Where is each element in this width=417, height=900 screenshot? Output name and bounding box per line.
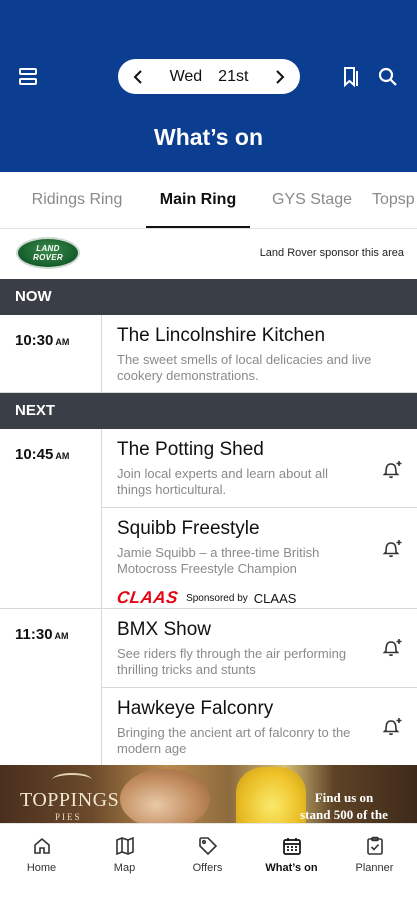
date-selector: Wed 21st	[118, 59, 300, 94]
chevron-right-icon[interactable]	[272, 69, 288, 85]
search-icon[interactable]	[375, 64, 401, 90]
land-rover-logo: LAND ROVER	[16, 237, 80, 269]
event-card[interactable]: Squibb Freestyle Jamie Squibb – a three-…	[102, 507, 417, 609]
pie-image	[120, 769, 210, 823]
calendar-icon	[281, 835, 303, 857]
section-now: NOW	[0, 279, 417, 315]
event-card[interactable]: The Lincolnshire Kitchen The sweet smell…	[102, 315, 417, 393]
nav-label: What’s on	[265, 862, 318, 874]
event-title: BMX Show	[117, 619, 211, 640]
tag-icon	[197, 835, 219, 857]
selected-date[interactable]: Wed 21st	[170, 68, 249, 86]
sponsor-name: CLAAS	[253, 590, 297, 606]
map-icon	[114, 835, 136, 857]
time-slot: 11:30 AM BMX Show See riders fly through …	[0, 609, 417, 765]
add-reminder-icon[interactable]	[380, 536, 404, 560]
drink-image	[236, 767, 306, 823]
event-title: Hawkeye Falconry	[117, 698, 274, 719]
nav-home[interactable]: Home	[0, 824, 83, 884]
time-slot: 10:30 AM The Lincolnshire Kitchen The swe…	[0, 315, 417, 393]
venue-tabs: Ridings Ring Main Ring GYS Stage Topsp	[0, 172, 417, 229]
add-reminder-icon[interactable]	[380, 714, 404, 738]
event-description: The sweet smells of local delicacies and…	[117, 352, 372, 383]
event-description: Jamie Squibb – a three-time British Moto…	[117, 545, 320, 576]
nav-label: Offers	[192, 862, 223, 874]
bottom-navigation: Home Map Offers What’s on Planner	[0, 823, 417, 900]
add-reminder-icon[interactable]	[380, 457, 404, 481]
slot-time: 10:30 AM	[15, 332, 70, 349]
home-icon	[31, 835, 53, 857]
event-card[interactable]: Hawkeye Falconry Bringing the ancient ar…	[102, 687, 417, 765]
event-sponsor: CLAAS Sponsored by CLAAS	[115, 588, 297, 608]
app-header: Wed 21st What’s on	[0, 0, 417, 172]
tab-ridings-ring[interactable]: Ridings Ring	[18, 172, 136, 228]
menu-icon[interactable]	[14, 64, 42, 90]
section-next: NEXT	[0, 393, 417, 429]
selected-date-number: 21st	[218, 67, 249, 85]
slot-time: 10:45 AM	[15, 446, 70, 463]
nav-label: Map	[113, 862, 136, 874]
tab-topsp[interactable]: Topsp	[372, 172, 417, 228]
sponsored-by-label: Sponsored by	[186, 592, 248, 604]
toppings-crest	[52, 773, 92, 787]
event-title: Squibb Freestyle	[117, 518, 260, 539]
add-reminder-icon[interactable]	[380, 635, 404, 659]
event-description: Join local experts and learn about all t…	[117, 466, 329, 497]
area-sponsor: LAND ROVER Land Rover sponsor this area	[0, 229, 417, 279]
nav-planner[interactable]: Planner	[333, 824, 416, 884]
banner-brand: TOPPINGS	[20, 789, 120, 811]
event-description: Bringing the ancient art of falconry to …	[117, 725, 351, 756]
advert-banner[interactable]: TOPPINGS PIES Find us on stand 500 of th…	[0, 765, 417, 823]
banner-brand-sub: PIES	[55, 812, 82, 822]
nav-map[interactable]: Map	[83, 824, 166, 884]
event-title: The Lincolnshire Kitchen	[117, 325, 326, 346]
tab-gys-stage[interactable]: GYS Stage	[262, 172, 362, 228]
sponsor-text: Land Rover sponsor this area	[259, 247, 404, 259]
clipboard-check-icon	[364, 835, 386, 857]
time-slot: 10:45 AM The Potting Shed Join local expe…	[0, 429, 417, 609]
nav-whats-on[interactable]: What’s on	[250, 824, 333, 884]
event-description: See riders fly through the air performin…	[117, 646, 347, 677]
bookmark-icon[interactable]	[338, 64, 364, 90]
nav-label: Home	[26, 862, 57, 874]
selected-day: Wed	[169, 67, 203, 85]
page-title: What’s on	[153, 124, 264, 150]
event-card[interactable]: The Potting Shed Join local experts and …	[102, 429, 417, 507]
event-title: The Potting Shed	[117, 439, 264, 460]
tab-main-ring[interactable]: Main Ring	[146, 172, 250, 228]
banner-promo: Find us on stand 500 of the	[300, 790, 388, 822]
chevron-left-icon[interactable]	[130, 69, 146, 85]
claas-logo: CLAAS	[115, 588, 180, 607]
nav-offers[interactable]: Offers	[166, 824, 249, 884]
event-card[interactable]: BMX Show See riders fly through the air …	[102, 609, 417, 687]
slot-time: 11:30 AM	[15, 626, 69, 643]
nav-label: Planner	[355, 862, 394, 874]
